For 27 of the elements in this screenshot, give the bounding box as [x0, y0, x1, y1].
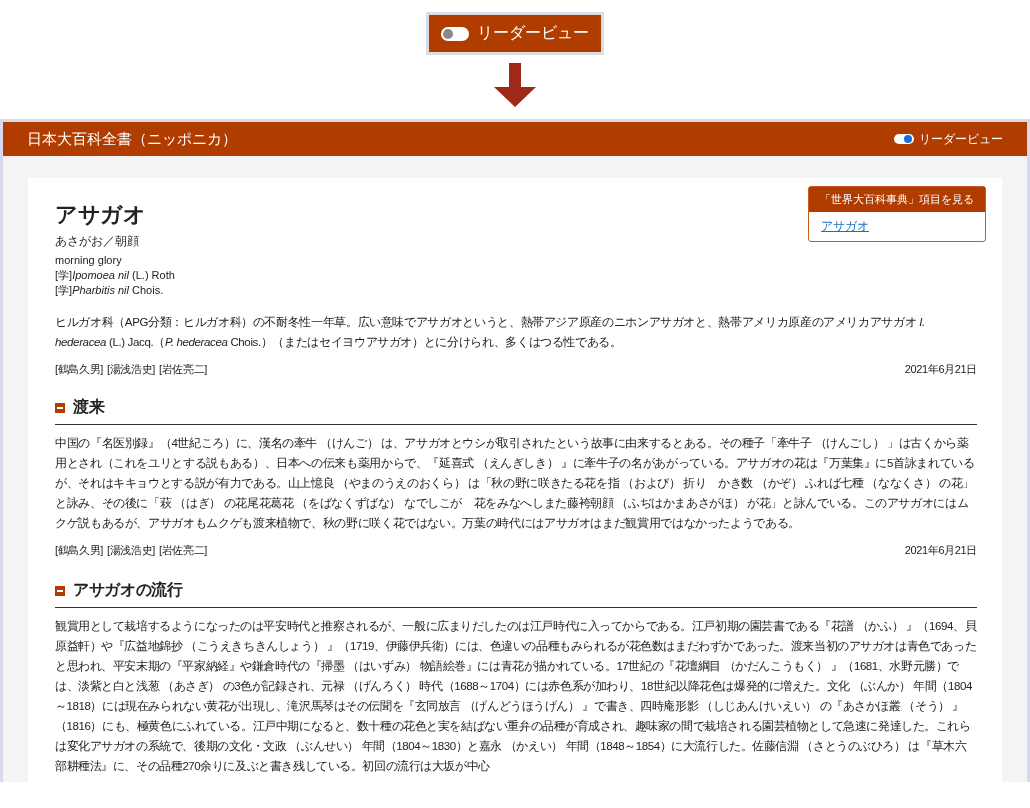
section-paragraph: 中国の『名医別録』（4世紀ころ）に、漢名の牽牛 （けんご） は、アサガオとウシが取引されたという故事に由来するとある。その種子「牽牛子 （けんごし） 」は古くから薬用とされ（これをユリとする説もある）、日本への伝来も薬用からで、『延喜式 （えんぎしき） 』に牽牛子の名があがっている。アサガオの花は『万葉集』に5首詠まれているが、それはキキョウとする説が有力である。山上憶良 （やまのうえのおくら） は「秋の野に咲きたる花を指 （および） 折り かき数 （かぞ） ふれば七種 （ななくさ） の花」と詠み、その後に「萩 （はぎ） の花尾花葛花 （をばなくずばな） なでしこが 花をみなへしまた藤袴朝顔 （ふぢはかまあさがほ） が花」と詠んでいる。このアサガオにはムクゲ説もあるが、アサガオもムクゲも渡来植物で、秋の野に咲く花ではない。万葉の時代にはアサガオはまだ観賞用ではなかったようである。	[55, 436, 976, 532]
related-link[interactable]: アサガオ	[821, 218, 869, 235]
toggle-switch[interactable]	[441, 26, 469, 41]
scientific-name: [学]Pharbitis nil Chois.	[55, 283, 165, 298]
article-title: アサガオ	[55, 201, 147, 229]
section-heading: 渡来	[73, 397, 105, 417]
section-heading: アサガオの流行	[73, 580, 183, 600]
site-title: 日本大百科全書（ニッポニカ）	[27, 129, 237, 149]
author-name: [鶴島久男]	[55, 543, 103, 558]
intro-paragraph: ヒルガオ科（APG分類：ヒルガオ科）の不耐冬性一年草。広い意味でアサガオというと、熱帯アジア原産のニホンアサガオと、熱帯アメリカ原産のアメリカアサガオ I. hederacea (L.) Jacq.（P. hederacea Chois.）（またはセイヨウアサガオ）とに分けられ、多くはつる性である。	[55, 315, 926, 350]
reading-text: あさがお／朝顔	[55, 234, 140, 249]
section-paragraph: 観賞用として栽培するようになったのは平安時代と推察されるが、一般に広まりだしたのは江戸時代に入ってからである。江戸初期の園芸書である『花譜 （かふ） 』（1694、貝原益軒）や『広益地錦抄 （こうえきちきんしょう） 』（1719、伊藤伊兵衛）には、色違いの品種もみられるが花色数はまだわずかであった。渡来当初のアサガオは青色であったと思われ、平安末期の『平家納経』や鎌倉時代の『掃墨 （はいずみ） 物語絵巻』には青花が描かれている。17世紀の『花壇綱目 （かだんこうもく） 』（1681、水野元勝）では、淡紫と白と浅葱 （あさぎ） の3色が記録され、元禄 （げんろく） 時代（1688～1704）には赤色系が加わり、18世紀以降花色は爆発的に増えた。文化 （ぶんか） 年間（1804～1818）には現在みられない黄花が出現し、滝沢馬琴はその伝聞を『玄同放言 （げんどうほうげん） 』で書き、四時庵形影 （しじあんけいえい） の『あさかほ叢 （そう） 』（1816）にも、極黄色にふれている。江戸中期になると、数十種の花色と実を結ばない重弁の品種が育成され、趣味家の間で栽培される園芸植物として急速に発達した。これらは変化アサガオの系統で、後期の文化・文政 （ぶんせい） 年間（1804～1830）と嘉永 （かえい） 年間（1848～1854）に大流行した。佐藤信淵 （さとうのぶひろ） は『草木六部耕種法』に、その品種270余りに及ぶと書き残している。初回の流行は大坂が中心	[55, 619, 977, 774]
author-name: [岩佐亮二]	[158, 543, 207, 558]
author-name: [湯浅浩史]	[106, 543, 155, 558]
scientific-name: [学]Ipomoea nil (L.) Roth	[55, 268, 175, 283]
collapse-icon[interactable]	[55, 402, 65, 413]
collapse-icon[interactable]	[55, 585, 65, 596]
reader-view-toggle[interactable]: リーダービュー	[894, 130, 1003, 148]
english-name: morning glory	[55, 253, 123, 268]
author-name: [湯浅浩史]	[106, 362, 155, 377]
related-box-heading: 「世界大百科事典」項目を見る	[809, 187, 985, 212]
date-text: 2021年6月21日	[904, 543, 977, 558]
down-arrow-icon	[494, 63, 536, 107]
author-name: [岩佐亮二]	[158, 362, 207, 377]
date-text: 2021年6月21日	[904, 362, 977, 377]
author-name: [鶴島久男]	[55, 362, 103, 377]
toggle-label: リーダービュー	[477, 23, 589, 43]
